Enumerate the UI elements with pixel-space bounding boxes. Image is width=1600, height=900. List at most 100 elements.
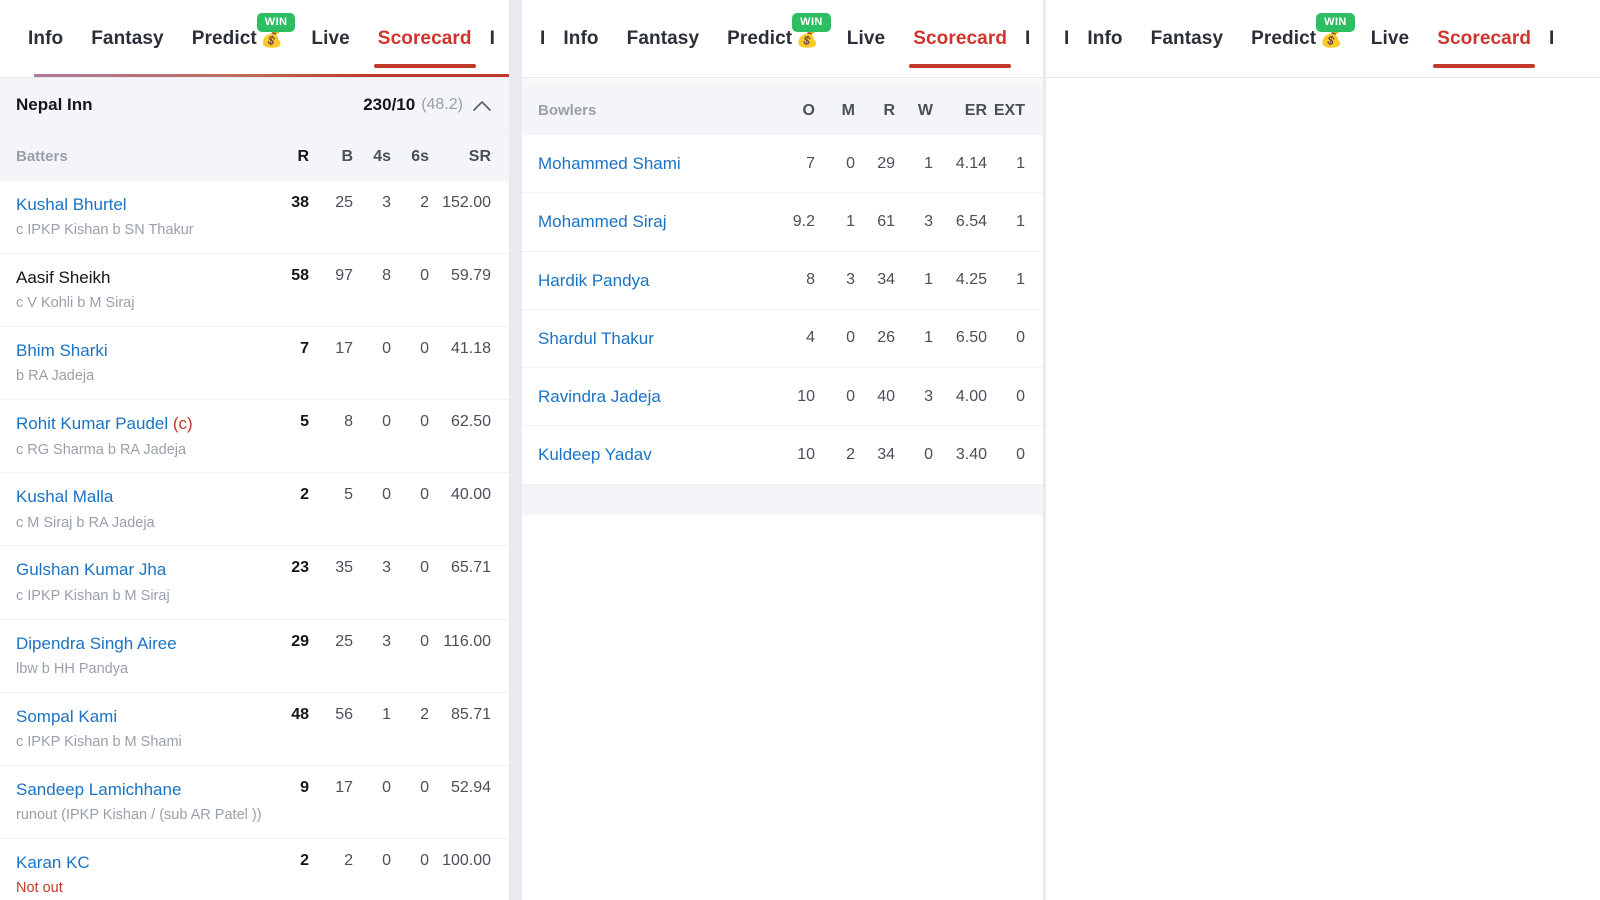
table-row[interactable]: Sandeep Lamichhane runout (IPKP Kishan / … — [0, 765, 509, 839]
win-badge-3: WIN — [1316, 13, 1355, 32]
tab-overflow-marker-3[interactable]: I — [1545, 0, 1558, 78]
tab-fantasy-3[interactable]: Fantasy — [1137, 0, 1238, 78]
tabbar-2: I Info Fantasy Predict 💰 WIN Live Scoreca… — [522, 0, 1043, 78]
tab-predict-2[interactable]: Predict 💰 WIN — [713, 0, 833, 78]
col-balls: B — [341, 147, 353, 165]
tab-predict-3[interactable]: Predict 💰 WIN — [1237, 0, 1357, 78]
batter-name[interactable]: Bhim Sharki — [16, 340, 271, 361]
cell-balls: 2 — [344, 851, 353, 869]
cell-strike-rate: 40.00 — [450, 486, 491, 504]
table-row[interactable]: Aasif Sheikh c V Kohli b M Siraj 58 97 8 0 59.… — [0, 254, 509, 328]
col-batters: Batters — [16, 148, 68, 165]
table-row[interactable]: Kuldeep Yadav 10 2 34 0 3.40 0 — [522, 426, 1043, 485]
cell-fours: 3 — [382, 194, 391, 211]
table-row[interactable]: Kushal Malla c M Siraj b RA Jadeja 2 5 0 0 40.… — [0, 473, 509, 547]
dismissal-text: lbw b HH Pandya — [16, 660, 129, 677]
batter-name[interactable]: Sompal Kami — [16, 706, 271, 727]
batter-name[interactable]: Gulshan Kumar Jha — [16, 559, 271, 580]
tab-live[interactable]: Live — [297, 0, 363, 78]
panel-left-content: Info Fantasy Predict 💰 WIN Live Scorecard… — [0, 0, 509, 900]
cell-maidens: 0 — [846, 387, 855, 405]
table-row[interactable]: Mohammed Shami 7 0 29 1 4.14 1 — [522, 135, 1043, 194]
table-row[interactable]: Dipendra Singh Airee lbw b HH Pandya 29 25 3… — [0, 619, 509, 693]
tab-scorecard-2[interactable]: Scorecard — [899, 0, 1021, 78]
chevron-up-icon[interactable] — [463, 94, 491, 115]
batter-cell: Rohit Kumar Paudel (c) c RG Sharma b RA J… — [16, 413, 271, 459]
cell-fours: 0 — [382, 486, 391, 504]
batter-name[interactable]: Rohit Kumar Paudel (c) — [16, 413, 271, 434]
cell-economy: 4.00 — [955, 387, 987, 405]
batter-name[interactable]: Karan KC — [16, 852, 271, 873]
cell-sixes: 0 — [420, 851, 429, 869]
cell-runs: 29 — [877, 154, 895, 172]
tab-live-2[interactable]: Live — [833, 0, 899, 78]
batter-name[interactable]: Dipendra Singh Airee — [16, 633, 271, 654]
table-row[interactable]: Shardul Thakur 4 0 26 1 6.50 0 — [522, 309, 1043, 369]
cell-runs: 9 — [300, 778, 309, 796]
cell-economy: 6.54 — [955, 212, 987, 230]
col-sixes: 6s — [411, 147, 429, 165]
tab-fantasy[interactable]: Fantasy — [77, 0, 178, 78]
col-extras-2: EXT — [993, 101, 1025, 119]
section-band-2 — [522, 484, 1043, 515]
table-row[interactable]: Bhim Sharki b RA Jadeja 7 17 0 0 41.18 — [0, 327, 509, 401]
cell-runs: 38 — [291, 194, 309, 211]
cell-wickets: 1 — [924, 154, 933, 172]
table-row[interactable]: Gulshan Kumar Jha c IPKP Kishan b M Siraj… — [0, 546, 509, 620]
cell-maidens: 3 — [846, 271, 855, 289]
tab-fantasy-2[interactable]: Fantasy — [613, 0, 714, 78]
batter-name[interactable]: Kushal Bhurtel — [16, 194, 271, 215]
table-row[interactable]: Sompal Kami c IPKP Kishan b M Shami 48 56 1 2… — [0, 692, 509, 766]
cell-overs: 9.2 — [792, 212, 815, 230]
table-row[interactable]: Hardik Pandya 8 3 34 1 4.25 1 — [522, 251, 1043, 310]
cell-fours: 0 — [382, 340, 391, 358]
cell-overs: 7 — [806, 154, 815, 172]
cell-balls: 5 — [344, 486, 353, 504]
tab-scorecard-3[interactable]: Scorecard — [1423, 0, 1545, 78]
tab-info-2[interactable]: Info — [549, 0, 612, 78]
tab-overflow-marker-left-2[interactable]: I — [536, 0, 549, 78]
win-badge: WIN — [256, 13, 296, 32]
cell-sixes: 0 — [420, 267, 429, 285]
innings-header[interactable]: Nepal Inn 230/10 (48.2) — [0, 78, 509, 132]
cell-extras: 0 — [1016, 445, 1025, 463]
tabbar-1: Info Fantasy Predict 💰 WIN Live Scorecard… — [0, 0, 509, 78]
bowler-name[interactable]: Hardik Pandya — [538, 270, 773, 291]
table-row[interactable]: Ravindra Jadeja 10 0 40 3 4.00 0 — [522, 368, 1043, 427]
cell-balls: 8 — [344, 413, 353, 431]
cell-extras: 0 — [1016, 329, 1025, 347]
col-wickets-2: W — [917, 101, 933, 119]
cell-runs: 2 — [300, 486, 309, 504]
cell-runs: 7 — [300, 340, 309, 358]
tab-overflow-marker-2[interactable]: I — [1021, 0, 1034, 78]
cell-fours: 0 — [382, 778, 391, 796]
col-economy-2: ER — [964, 101, 987, 119]
tab-info-3[interactable]: Info — [1073, 0, 1136, 78]
cell-balls: 35 — [335, 559, 353, 577]
bowler-name[interactable]: Shardul Thakur — [538, 328, 773, 349]
batter-name[interactable]: Sandeep Lamichhane — [16, 779, 271, 800]
bowler-name[interactable]: Mohammed Siraj — [538, 211, 773, 232]
batter-cell: Karan KC Not out — [16, 852, 271, 898]
tab-live-3[interactable]: Live — [1357, 0, 1423, 78]
tab-overflow-marker-left-3[interactable]: I — [1060, 0, 1073, 78]
dismissal-text: c V Kohli b M Siraj — [16, 295, 135, 312]
bowler-name[interactable]: Kuldeep Yadav — [538, 444, 773, 465]
batter-name[interactable]: Kushal Malla — [16, 486, 271, 507]
tab-scorecard[interactable]: Scorecard — [364, 0, 486, 78]
bowler-name[interactable]: Ravindra Jadeja — [538, 386, 773, 407]
table-row[interactable]: Rohit Kumar Paudel (c) c RG Sharma b RA J… — [0, 400, 509, 474]
table-row[interactable]: Kushal Bhurtel c IPKP Kishan b SN Thakur 3… — [0, 181, 509, 255]
cell-maidens: 1 — [846, 212, 855, 230]
tab-predict[interactable]: Predict 💰 WIN — [178, 0, 298, 78]
bowler-name[interactable]: Mohammed Shami — [538, 153, 773, 174]
dismissal-text: c IPKP Kishan b M Siraj — [16, 587, 170, 604]
tab-overflow-marker[interactable]: I — [486, 0, 499, 78]
col-bowlers-2: Bowlers — [538, 102, 597, 120]
cell-balls: 17 — [335, 778, 353, 796]
table-row[interactable]: Karan KC Not out 2 2 0 0 100.00 — [0, 838, 509, 900]
tab-info[interactable]: Info — [14, 0, 77, 78]
cell-strike-rate: 65.71 — [450, 559, 491, 577]
bowler-cell: Shardul Thakur — [538, 328, 773, 349]
table-row[interactable]: Mohammed Siraj 9.2 1 61 3 6.54 1 — [522, 193, 1043, 252]
